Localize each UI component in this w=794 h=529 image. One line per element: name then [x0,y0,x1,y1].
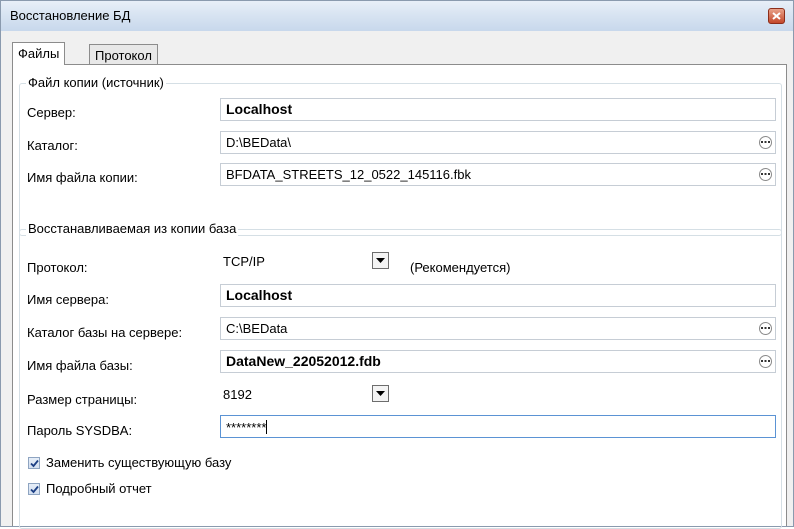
backup-filename-label: Имя файла копии: [27,170,138,185]
db-filename-value: DataNew_22052012.fdb [226,353,381,369]
db-catalog-label: Каталог базы на сервере: [27,325,183,340]
replace-existing-label[interactable]: Заменить существующую базу [46,455,231,470]
password-label: Пароль SYSDBA: [27,423,133,438]
backup-filename-field[interactable]: BFDATA_STREETS_12_0522_145116.fbk [220,163,776,186]
page-size-dropdown-button[interactable] [372,385,389,402]
tab-protocol[interactable]: Протокол [89,44,158,64]
password-field[interactable]: ******** [220,415,776,438]
db-catalog-field[interactable]: C:\BEData [220,317,776,340]
close-icon [772,12,781,20]
tab-protocol-label: Протокол [95,48,152,63]
protocol-label: Протокол: [27,260,88,275]
chevron-down-icon [376,258,385,263]
db-filename-browse-button[interactable] [759,355,772,368]
catalog-field[interactable]: D:\BEData\ [220,131,776,154]
protocol-note: (Рекомендуется) [410,260,511,275]
client-area: Файлы Протокол Файл копии (источник) Сер… [8,31,787,529]
db-catalog-value: C:\BEData [226,321,288,336]
catalog-label: Каталог: [27,138,78,153]
checkmark-icon [30,485,39,494]
page-size-value: 8192 [223,387,252,402]
server-name-value: Localhost [226,287,293,303]
ellipsis-icon [761,173,770,175]
tab-files[interactable]: Файлы [12,42,66,65]
page-size-label: Размер страницы: [27,392,138,407]
chevron-down-icon [376,391,385,396]
password-value: ******** [226,420,268,435]
ellipsis-icon [761,360,770,362]
server-name-field[interactable]: Localhost [220,284,776,307]
checkmark-icon [30,459,39,468]
page-size-select[interactable]: 8192 [220,383,390,406]
server-value: Localhost [226,101,293,117]
title-bar[interactable]: Восстановление БД [1,1,793,31]
db-filename-field[interactable]: DataNew_22052012.fdb [220,350,776,373]
db-catalog-browse-button[interactable] [759,322,772,335]
protocol-select[interactable]: TCP/IP [220,250,390,273]
tab-panel-files: Файл копии (источник) Сервер: Localhost … [12,64,787,529]
db-filename-label: Имя файла базы: [27,358,133,373]
verbose-report-checkbox[interactable] [28,483,40,495]
tab-files-label: Файлы [18,46,60,61]
backup-filename-browse-button[interactable] [759,168,772,181]
replace-existing-checkbox[interactable] [28,457,40,469]
server-name-label: Имя сервера: [27,292,109,307]
protocol-value: TCP/IP [223,254,265,269]
restore-db-window: Восстановление БД Файлы Протокол Файл ко… [0,0,794,529]
close-button[interactable] [768,8,785,24]
ellipsis-icon [761,141,770,143]
target-group-title: Восстанавливаемая из копии база [26,221,239,236]
source-group-title: Файл копии (источник) [26,75,166,90]
backup-filename-value: BFDATA_STREETS_12_0522_145116.fbk [226,167,471,182]
verbose-report-label[interactable]: Подробный отчет [46,481,152,496]
catalog-browse-button[interactable] [759,136,772,149]
ellipsis-icon [761,327,770,329]
window-title: Восстановление БД [10,8,131,23]
server-label: Сервер: [27,105,76,120]
protocol-dropdown-button[interactable] [372,252,389,269]
server-field[interactable]: Localhost [220,98,776,121]
catalog-value: D:\BEData\ [226,135,292,150]
